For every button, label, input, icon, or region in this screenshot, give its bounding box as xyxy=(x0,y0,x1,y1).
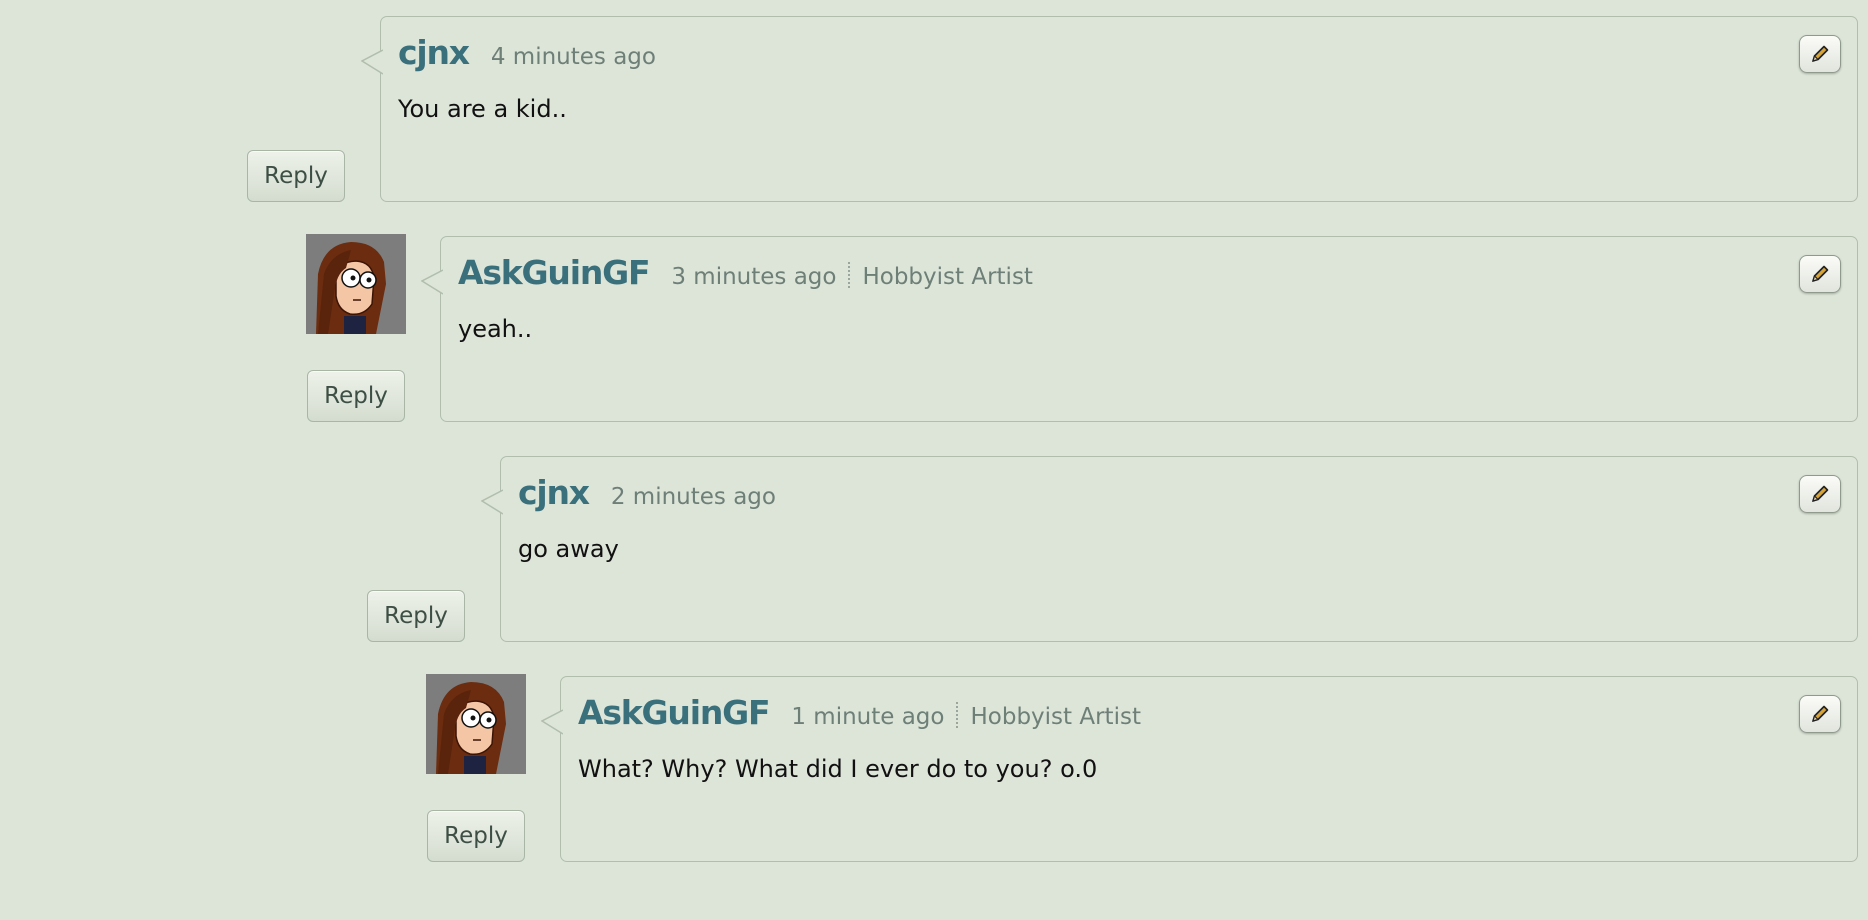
avatar[interactable] xyxy=(306,234,406,334)
comment-header: cjnx 4 minutes ago xyxy=(398,33,656,72)
reply-button[interactable]: Reply xyxy=(427,810,525,862)
bubble-tail xyxy=(481,489,503,515)
comment-header: AskGuinGF 1 minute ago Hobbyist Artist xyxy=(578,693,1141,732)
avatar-image xyxy=(306,234,406,334)
comment-4: Reply AskGuinGF 1 minute ago Hobbyist Ar… xyxy=(0,660,1868,870)
edit-button[interactable] xyxy=(1799,695,1841,733)
username-link[interactable]: AskGuinGF xyxy=(578,693,771,732)
pencil-icon xyxy=(1812,705,1829,722)
comment-2: Reply AskGuinGF 3 minutes ago Hobbyist A… xyxy=(0,220,1868,430)
edit-button[interactable] xyxy=(1799,475,1841,513)
comment-bubble: AskGuinGF 3 minutes ago Hobbyist Artist … xyxy=(421,236,1858,422)
comment-text: What? Why? What did I ever do to you? o.… xyxy=(578,755,1098,783)
pencil-icon xyxy=(1812,265,1829,282)
comment-text: go away xyxy=(518,535,619,563)
user-role: Hobbyist Artist xyxy=(862,264,1033,290)
username-link[interactable]: cjnx xyxy=(518,473,590,512)
timestamp[interactable]: 4 minutes ago xyxy=(491,44,656,70)
pencil-icon xyxy=(1812,45,1829,62)
reply-button[interactable]: Reply xyxy=(307,370,405,422)
comment-1: Reply cjnx 4 minutes ago You are a kid.. xyxy=(0,0,1868,210)
timestamp[interactable]: 3 minutes ago xyxy=(671,264,836,290)
avatar-image xyxy=(426,674,526,774)
bubble-tail xyxy=(421,269,443,295)
comment-text: yeah.. xyxy=(458,315,533,343)
comment-bubble: AskGuinGF 1 minute ago Hobbyist Artist W… xyxy=(541,676,1858,862)
comment-bubble: cjnx 2 minutes ago go away xyxy=(481,456,1858,642)
edit-button[interactable] xyxy=(1799,255,1841,293)
timestamp[interactable]: 1 minute ago xyxy=(791,704,944,730)
pencil-icon xyxy=(1812,485,1829,502)
avatar[interactable] xyxy=(426,674,526,774)
bubble-tail xyxy=(541,709,563,735)
username-link[interactable]: cjnx xyxy=(398,33,470,72)
timestamp[interactable]: 2 minutes ago xyxy=(611,484,776,510)
comment-header: cjnx 2 minutes ago xyxy=(518,473,776,512)
edit-button[interactable] xyxy=(1799,35,1841,73)
comment-text: You are a kid.. xyxy=(398,95,567,123)
comment-3: Reply cjnx 2 minutes ago go away xyxy=(0,440,1868,650)
meta-separator xyxy=(956,701,959,728)
comment-header: AskGuinGF 3 minutes ago Hobbyist Artist xyxy=(458,253,1033,292)
bubble-tail xyxy=(361,49,383,75)
meta-separator xyxy=(848,261,851,288)
username-link[interactable]: AskGuinGF xyxy=(458,253,651,292)
reply-button[interactable]: Reply xyxy=(247,150,345,202)
user-role: Hobbyist Artist xyxy=(970,704,1141,730)
comment-bubble: cjnx 4 minutes ago You are a kid.. xyxy=(361,16,1858,202)
reply-button[interactable]: Reply xyxy=(367,590,465,642)
